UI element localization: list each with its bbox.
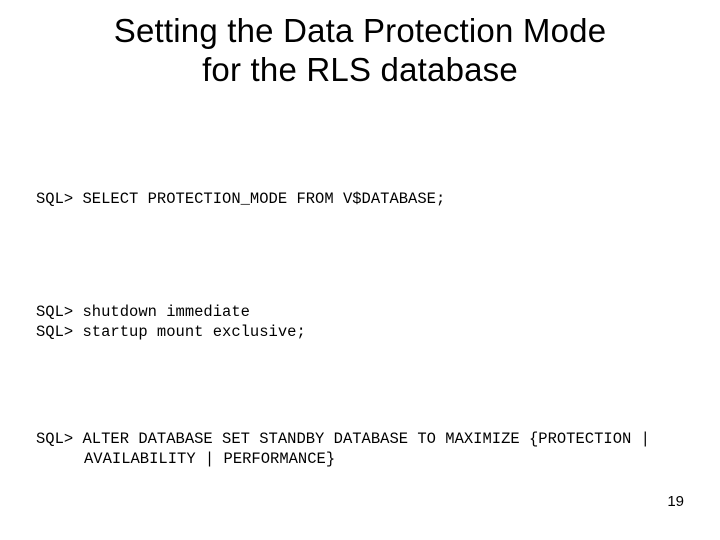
sql-block-2: SQL> shutdown immediate SQL> startup mou…: [36, 303, 684, 343]
sql-line: SQL> SELECT PROTECTION_MODE FROM V$DATAB…: [36, 190, 445, 208]
sql-block-1: SQL> SELECT PROTECTION_MODE FROM V$DATAB…: [36, 190, 684, 210]
title-line-2: for the RLS database: [202, 51, 518, 88]
sql-line: SQL> startup mount exclusive;: [36, 323, 306, 341]
sql-block-3: SQL> ALTER DATABASE SET STANDBY DATABASE…: [36, 430, 684, 470]
title-line-1: Setting the Data Protection Mode: [114, 12, 607, 49]
page-number: 19: [667, 493, 684, 510]
slide-body: SQL> SELECT PROTECTION_MODE FROM V$DATAB…: [36, 150, 684, 540]
slide: Setting the Data Protection Mode for the…: [0, 0, 720, 540]
slide-title: Setting the Data Protection Mode for the…: [0, 12, 720, 90]
sql-line: SQL> ALTER DATABASE SET STANDBY DATABASE…: [36, 430, 659, 468]
sql-line: SQL> shutdown immediate: [36, 303, 250, 321]
